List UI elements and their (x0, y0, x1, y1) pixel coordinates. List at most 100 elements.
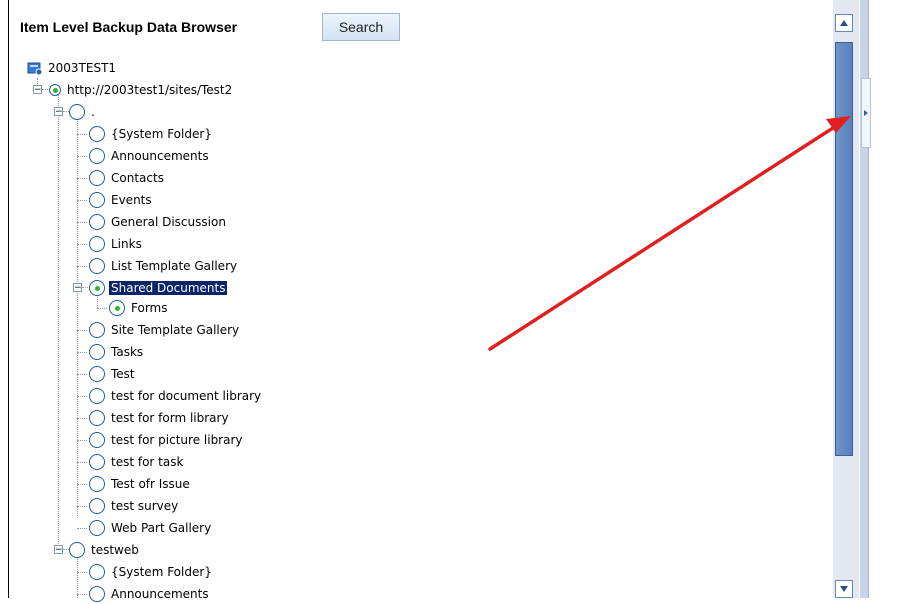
scroll-up-button[interactable] (835, 14, 853, 32)
tree-connector (77, 114, 78, 516)
vertical-scrollbar[interactable] (833, 0, 859, 598)
tree-item[interactable]: Announcements (89, 584, 211, 604)
tree-item[interactable]: test survey (89, 496, 180, 516)
tree-item[interactable]: {System Folder} (89, 562, 214, 582)
tree-item-label: test for document library (111, 389, 262, 403)
tree-connector (77, 200, 87, 201)
collapse-toggle[interactable]: − (54, 107, 63, 117)
radio-icon (89, 586, 105, 602)
radio-icon (89, 476, 105, 492)
tree-item-label: {System Folder} (111, 565, 212, 579)
tree-item[interactable]: Links (89, 234, 144, 254)
side-panel (860, 0, 902, 598)
tree-node-label: . (91, 105, 95, 119)
tree-connector (77, 418, 87, 419)
tree-item[interactable]: List Template Gallery (89, 256, 239, 276)
tree-connector (77, 462, 87, 463)
tree-node-web[interactable]: . (69, 102, 97, 122)
splitter-bar[interactable] (860, 0, 871, 598)
tree-connector (77, 594, 87, 595)
radio-icon (89, 258, 105, 274)
tree-item[interactable]: test for document library (89, 386, 263, 406)
search-button[interactable]: Search (322, 13, 400, 41)
radio-icon (89, 564, 105, 580)
tree-item[interactable]: Announcements (89, 146, 211, 166)
scroll-thumb[interactable] (835, 42, 853, 456)
tree-connector (97, 308, 107, 309)
radio-icon (89, 192, 105, 208)
tree-item[interactable]: test for picture library (89, 430, 245, 450)
tree-item-label: Test ofr Issue (111, 477, 190, 491)
tree-item-label: test survey (111, 499, 179, 513)
tree-connector (77, 506, 87, 507)
radio-icon (89, 280, 105, 296)
server-icon (27, 62, 43, 75)
tree-item-label: List Template Gallery (111, 259, 238, 273)
scroll-down-button[interactable] (835, 580, 853, 598)
tree-item[interactable]: Forms (109, 298, 169, 318)
tree-item-label: test for form library (111, 411, 229, 425)
tree-connector (77, 222, 87, 223)
tree-item-label: Forms (131, 301, 168, 315)
radio-icon (89, 432, 105, 448)
collapse-toggle[interactable]: − (33, 85, 42, 95)
radio-icon (89, 454, 105, 470)
radio-icon (89, 520, 105, 536)
tree-item[interactable]: Tasks (89, 342, 145, 362)
tree-item-label: Site Template Gallery (111, 323, 240, 337)
collapse-toggle[interactable]: − (54, 545, 63, 555)
tree-item-label: Announcements (111, 149, 209, 163)
tree-connector (82, 287, 88, 288)
tree-connector (58, 90, 59, 546)
tree-connector (77, 396, 87, 397)
radio-icon (89, 344, 105, 360)
tree-connector (77, 374, 87, 375)
tree-root-label: 2003TEST1 (48, 61, 117, 75)
tree-item[interactable]: Web Part Gallery (89, 518, 213, 538)
tree-item-selected[interactable]: Shared Documents (89, 278, 228, 298)
radio-icon (89, 366, 105, 382)
radio-icon (89, 322, 105, 338)
radio-icon (109, 300, 125, 316)
tree-connector (77, 440, 87, 441)
tree-item-label: Contacts (111, 171, 164, 185)
triangle-down-icon (840, 586, 848, 592)
tree-connector (77, 156, 87, 157)
tree-item-label: {System Folder} (111, 127, 212, 141)
tree-item[interactable]: test for task (89, 452, 185, 472)
radio-icon (49, 84, 61, 96)
item-tree: 2003TEST1 − http://2003test1/sites/Test2… (9, 56, 829, 602)
tree-item-label: General Discussion (111, 215, 226, 229)
tree-root[interactable]: 2003TEST1 (27, 58, 118, 78)
browser-panel: Item Level Backup Data Browser Search 20… (8, 0, 862, 602)
tree-node-subweb[interactable]: testweb (69, 540, 141, 560)
tree-item[interactable]: General Discussion (89, 212, 228, 232)
triangle-up-icon (840, 20, 848, 26)
radio-icon (89, 388, 105, 404)
tree-connector (77, 134, 87, 135)
tree-node-site[interactable]: http://2003test1/sites/Test2 (49, 80, 234, 100)
tree-item-label: Test (111, 367, 135, 381)
tree-connector (77, 244, 87, 245)
tree-connector (77, 528, 87, 529)
tree-item[interactable]: {System Folder} (89, 124, 214, 144)
panel-header: Item Level Backup Data Browser Search (9, 0, 829, 41)
tree-connector (77, 572, 87, 573)
expand-panel-handle[interactable] (861, 78, 871, 148)
radio-icon (89, 148, 105, 164)
panel-title: Item Level Backup Data Browser (20, 19, 238, 35)
collapse-toggle[interactable]: − (73, 283, 82, 293)
tree-item[interactable]: Contacts (89, 168, 166, 188)
tree-item[interactable]: Test (89, 364, 137, 384)
tree-item[interactable]: Test ofr Issue (89, 474, 192, 494)
tree-connector (77, 556, 78, 598)
tree-item-label: Links (111, 237, 142, 251)
tree-item[interactable]: test for form library (89, 408, 231, 428)
radio-icon (89, 410, 105, 426)
tree-item[interactable]: Site Template Gallery (89, 320, 241, 340)
tree-item-label: Announcements (111, 587, 209, 601)
tree-connector (77, 266, 87, 267)
radio-icon (89, 170, 105, 186)
tree-connector (77, 178, 87, 179)
tree-item[interactable]: Events (89, 190, 154, 210)
